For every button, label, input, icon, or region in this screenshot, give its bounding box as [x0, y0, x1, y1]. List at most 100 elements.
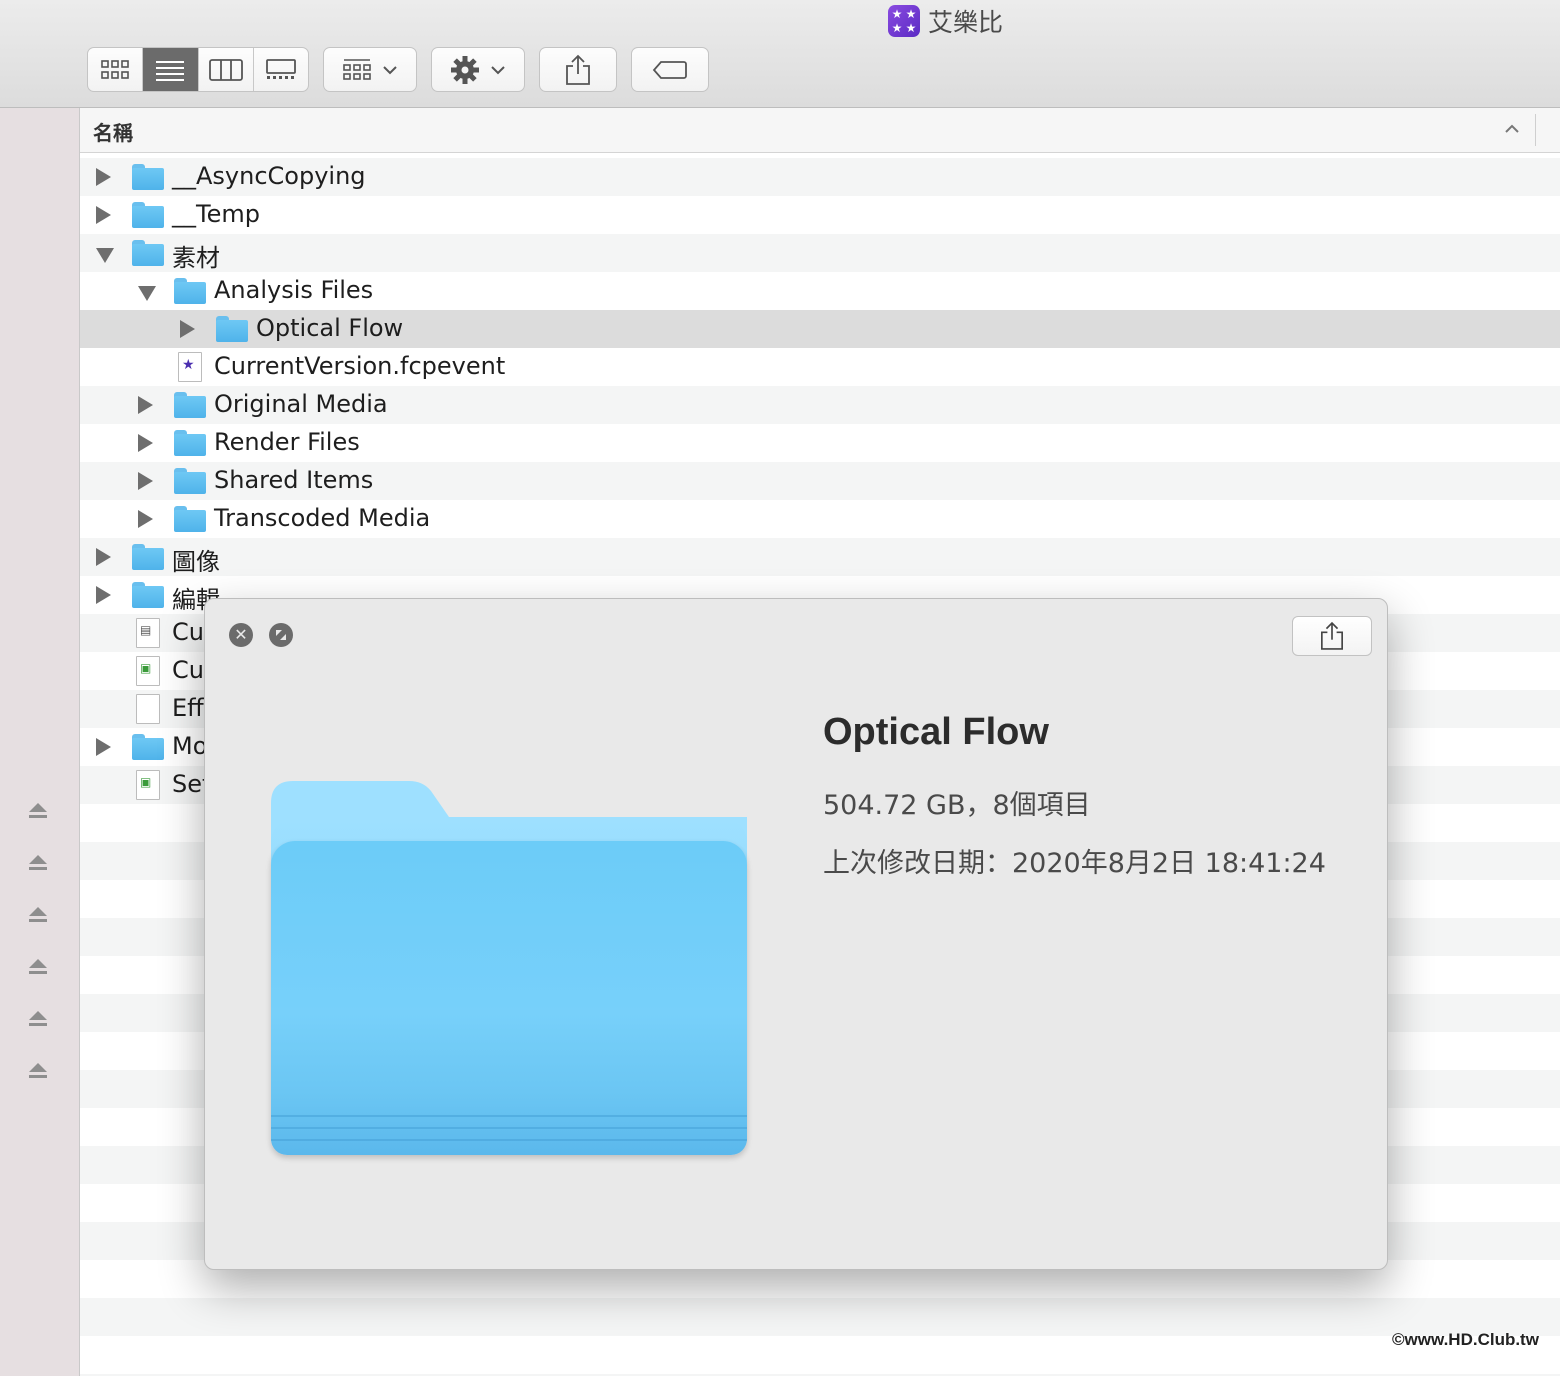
disclosure-closed-icon[interactable] — [96, 168, 111, 186]
disclosure-closed-icon[interactable] — [96, 738, 111, 756]
eject-icon[interactable] — [27, 905, 49, 925]
list-row[interactable]: Transcoded Media — [80, 500, 1560, 538]
disclosure-closed-icon[interactable] — [96, 548, 111, 566]
list-row[interactable]: __AsyncCopying — [80, 158, 1560, 196]
quicklook-panel: ✕ Optical Flow 504.72 GB，8個項目 上次修改日期：202… — [204, 598, 1388, 1270]
disclosure-closed-icon[interactable] — [138, 472, 153, 490]
folder-icon — [174, 278, 206, 304]
folder-edge-line — [271, 1127, 747, 1129]
window-title-text: 艾樂比 — [928, 8, 1004, 37]
folder-icon — [132, 582, 164, 608]
folder-front-shape — [271, 841, 747, 1155]
folder-icon — [216, 316, 248, 342]
folder-preview-icon — [271, 781, 747, 1157]
list-row-label: __Temp — [172, 200, 260, 228]
folder-icon — [132, 164, 164, 190]
disclosure-closed-icon[interactable] — [138, 510, 153, 528]
list-row[interactable]: Render Files — [80, 424, 1560, 462]
close-icon: ✕ — [234, 625, 248, 644]
eject-icon[interactable] — [27, 801, 49, 821]
gallery-view-button[interactable] — [254, 48, 308, 91]
tag-button[interactable] — [631, 47, 709, 92]
disclosure-closed-icon[interactable] — [138, 434, 153, 452]
folder-icon — [174, 430, 206, 456]
folder-edge-line — [271, 1115, 747, 1117]
list-icon — [156, 60, 185, 81]
share-icon — [1321, 621, 1343, 650]
fcpevent-icon: ★ — [178, 352, 202, 382]
list-row[interactable]: 素材 — [80, 234, 1560, 272]
group-by-button[interactable] — [323, 47, 417, 92]
folder-icon — [132, 202, 164, 228]
column-view-button[interactable] — [199, 48, 254, 91]
columns-icon — [208, 58, 243, 81]
chevron-down-icon — [383, 65, 397, 74]
view-mode-control — [87, 47, 309, 92]
colored-document-icon: ▣ — [136, 770, 160, 800]
preview-title: Optical Flow — [823, 711, 1049, 753]
grid-icon — [101, 59, 129, 79]
sidebar — [0, 108, 80, 1376]
disclosure-closed-icon[interactable] — [138, 396, 153, 414]
disclosure-open-icon[interactable] — [138, 286, 156, 301]
share-button[interactable] — [539, 47, 617, 92]
list-view-button[interactable] — [143, 48, 199, 91]
list-row-label: Eff — [172, 694, 204, 722]
list-row-label: 圖像 — [172, 548, 220, 576]
fullscreen-icon — [276, 630, 286, 640]
share-icon — [566, 54, 590, 85]
folder-icon — [174, 468, 206, 494]
fullscreen-button[interactable] — [269, 623, 293, 647]
disclosure-open-icon[interactable] — [96, 248, 114, 263]
folder-icon — [132, 544, 164, 570]
eject-icon[interactable] — [27, 957, 49, 977]
list-row-label: Analysis Files — [214, 276, 374, 304]
gear-icon — [451, 55, 479, 84]
quicklook-share-button[interactable] — [1292, 616, 1372, 656]
list-row-label: Original Media — [214, 390, 388, 418]
eject-icon[interactable] — [27, 1009, 49, 1029]
list-row-label: Cu — [172, 656, 204, 684]
list-row[interactable]: __Temp — [80, 196, 1560, 234]
close-button[interactable]: ✕ — [229, 623, 253, 647]
list-row-label: Mo — [172, 732, 208, 760]
list-row[interactable]: ★ CurrentVersion.fcpevent — [80, 348, 1560, 386]
name-column-header[interactable]: 名稱 — [93, 117, 133, 146]
disclosure-closed-icon[interactable] — [180, 320, 195, 338]
list-row-label: Transcoded Media — [214, 504, 431, 532]
app-badge-icon: ★ ★ ★ ★ — [888, 5, 920, 37]
list-row-label: Render Files — [214, 428, 360, 456]
list-row-label: Cu — [172, 618, 204, 646]
list-row-label: Optical Flow — [256, 314, 404, 342]
eject-icon[interactable] — [27, 1061, 49, 1081]
toolbar: ★ ★ ★ ★ 艾樂比 — [0, 0, 1560, 108]
list-row[interactable]: Optical Flow — [80, 310, 1560, 348]
gallery-icon — [265, 58, 296, 79]
folder-icon — [132, 240, 164, 266]
list-row[interactable]: Analysis Files — [80, 272, 1560, 310]
icon-view-button[interactable] — [88, 48, 144, 91]
preview-size: 504.72 GB，8個項目 — [823, 790, 1091, 821]
clapper-document-icon: ▤ — [136, 618, 160, 648]
disclosure-closed-icon[interactable] — [96, 206, 111, 224]
list-row-label: Shared Items — [214, 466, 374, 494]
window-title: ★ ★ ★ ★ 艾樂比 — [888, 4, 1003, 38]
column-divider[interactable] — [1535, 114, 1536, 146]
folder-icon — [132, 734, 164, 760]
colored-document-icon: ▣ — [136, 656, 160, 686]
action-button[interactable] — [431, 47, 525, 92]
list-row-label: 素材 — [172, 244, 220, 272]
blank-document-icon — [136, 694, 160, 724]
sort-ascending-icon[interactable] — [1504, 124, 1520, 134]
preview-modified-date: 上次修改日期：2020年8月2日 18:41:24 — [823, 848, 1326, 879]
list-row-label: CurrentVersion.fcpevent — [214, 352, 506, 380]
list-row[interactable]: 圖像 — [80, 538, 1560, 576]
chevron-down-icon — [491, 65, 505, 74]
folder-icon — [174, 506, 206, 532]
eject-icon[interactable] — [27, 853, 49, 873]
list-row[interactable]: Original Media — [80, 386, 1560, 424]
disclosure-closed-icon[interactable] — [96, 586, 111, 604]
list-row[interactable]: Shared Items — [80, 462, 1560, 500]
group-grid-icon — [343, 58, 371, 80]
folder-edge-line — [271, 1139, 747, 1141]
